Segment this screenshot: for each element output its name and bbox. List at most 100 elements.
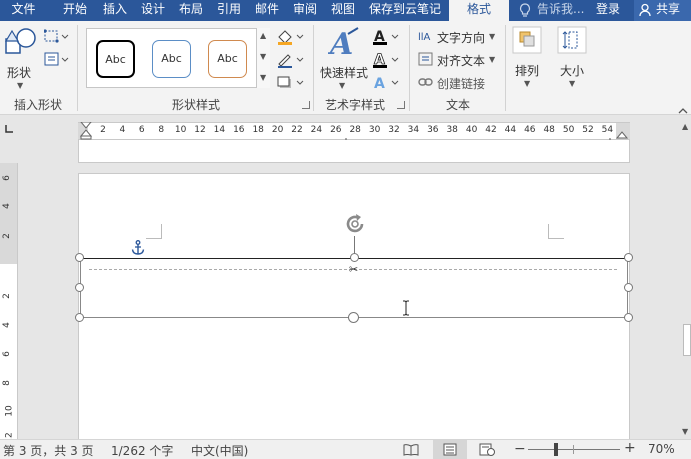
- shape-style-2[interactable]: Abc: [152, 40, 191, 78]
- group-divider: [77, 25, 78, 111]
- ruler-tick-label: 4: [119, 125, 126, 135]
- zoom-in-button[interactable]: +: [624, 440, 636, 456]
- quick-styles-icon[interactable]: A: [327, 26, 360, 63]
- text-direction-label[interactable]: 文字方向: [437, 29, 485, 46]
- dialog-launcher-icon[interactable]: [302, 101, 310, 109]
- tab-save-to-cloud[interactable]: 保存到云笔记: [363, 0, 447, 21]
- resize-handle[interactable]: [75, 313, 84, 322]
- shape-style-3[interactable]: Abc: [208, 40, 247, 78]
- share-button[interactable]: 共享: [634, 0, 691, 21]
- ruler-tick-label: 4: [1, 203, 12, 209]
- link-icon[interactable]: [418, 76, 434, 91]
- tab-format[interactable]: 格式: [449, 0, 509, 23]
- anchor-icon[interactable]: [131, 240, 145, 259]
- text-effects-icon[interactable]: A: [372, 74, 402, 95]
- create-link-label[interactable]: 创建链接: [437, 75, 485, 92]
- edit-shape-icon[interactable]: [43, 29, 70, 48]
- chevron-down-icon[interactable]: ▼: [489, 32, 495, 41]
- chevron-down-icon[interactable]: ▼: [489, 55, 495, 64]
- ruler-tick-label: 30: [368, 125, 381, 135]
- align-text-icon[interactable]: [418, 52, 434, 69]
- tab-layout[interactable]: 布局: [172, 0, 210, 21]
- zoom-slider[interactable]: [528, 449, 620, 450]
- shape-outline-icon[interactable]: [276, 52, 306, 71]
- ruler-tick-label: 32: [388, 125, 400, 135]
- chevron-down-icon[interactable]: ▼: [17, 81, 23, 90]
- zoom-slider-thumb[interactable]: [554, 443, 558, 456]
- tab-references[interactable]: 引用: [210, 0, 248, 21]
- login-link[interactable]: 登录: [596, 0, 620, 21]
- horizontal-ruler[interactable]: 2 4 6 8 10 12 14 16 18 20 22 24 26 28 30 32 34 36 38 40 42 44…: [78, 121, 630, 144]
- text-box-icon[interactable]: [44, 52, 70, 71]
- resize-handle[interactable]: [350, 253, 359, 262]
- rotate-handle-icon[interactable]: [343, 212, 367, 239]
- ribbon-tab-bar: 文件 开始 插入 设计 布局 引用 邮件 审阅 视图 保存到云笔记 格式 告诉我…: [0, 0, 691, 23]
- web-layout-icon[interactable]: [479, 443, 495, 459]
- document-page[interactable]: ✂: [75, 173, 633, 439]
- ruler-tick-label: 4: [1, 322, 12, 328]
- vertical-scrollbar[interactable]: ▲ ▼: [680, 120, 691, 439]
- scrollbar-thumb[interactable]: [683, 324, 691, 356]
- size-label[interactable]: 大小: [560, 62, 584, 79]
- ruler-tick-label: 50: [562, 125, 575, 135]
- word-count[interactable]: 1/262 个字: [111, 442, 173, 459]
- resize-handle[interactable]: [75, 283, 84, 292]
- tab-review[interactable]: 审阅: [286, 0, 324, 21]
- ruler-tick-label: 48: [543, 125, 555, 135]
- tab-design[interactable]: 设计: [134, 0, 172, 21]
- chevron-down-icon[interactable]: ▼: [260, 52, 266, 61]
- tab-mailings[interactable]: 邮件: [248, 0, 286, 21]
- resize-handle[interactable]: [624, 283, 633, 292]
- ruler-tick-label: 40: [465, 125, 478, 135]
- shape-style-1[interactable]: Abc: [96, 40, 135, 78]
- vertical-ruler[interactable]: 6 4 2 2 4 6 8 10 12: [0, 163, 18, 444]
- scroll-up-icon[interactable]: ▲: [682, 122, 688, 131]
- text-direction-icon[interactable]: llA: [418, 29, 434, 46]
- gallery-scrollbar[interactable]: ▲ ▼ ▼: [256, 28, 270, 88]
- chevron-down-icon[interactable]: ▼: [339, 81, 345, 90]
- ruler-tick-label: 36: [427, 125, 439, 135]
- scroll-down-icon[interactable]: ▼: [682, 427, 688, 436]
- resize-handle[interactable]: [348, 312, 359, 323]
- tab-selector[interactable]: [0, 120, 18, 142]
- shape-button-label[interactable]: 形状: [7, 64, 31, 81]
- person-icon: [639, 3, 653, 23]
- tab-file[interactable]: 文件: [0, 0, 47, 21]
- page-count[interactable]: 第 3 页，共 3 页: [3, 442, 94, 459]
- tab-view[interactable]: 视图: [324, 0, 362, 21]
- text-outline-icon[interactable]: A: [372, 51, 402, 72]
- resize-handle[interactable]: [624, 253, 633, 262]
- text-fill-icon[interactable]: A: [372, 28, 402, 49]
- tab-insert[interactable]: 插入: [96, 0, 134, 21]
- shapes-icon[interactable]: [4, 27, 38, 60]
- gallery-more-icon[interactable]: ▼: [260, 73, 266, 82]
- tab-home[interactable]: 开始: [55, 0, 95, 21]
- share-label: 共享: [656, 2, 681, 16]
- tell-me-box[interactable]: 告诉我...: [537, 0, 584, 21]
- chevron-down-icon[interactable]: ▼: [569, 79, 575, 88]
- zoom-out-button[interactable]: −: [514, 441, 526, 457]
- ruler-tick-label: 20: [271, 125, 284, 135]
- print-layout-icon[interactable]: [433, 440, 467, 459]
- quick-styles-label[interactable]: 快速样式: [320, 64, 368, 81]
- tab-stop-icon: [5, 125, 13, 133]
- arrange-icon[interactable]: [512, 26, 542, 57]
- language-indicator[interactable]: 中文(中国): [191, 442, 248, 459]
- read-mode-icon[interactable]: [403, 443, 419, 459]
- arrange-label[interactable]: 排列: [515, 62, 539, 79]
- ruler-tick-label: 34: [407, 125, 420, 135]
- align-text-label[interactable]: 对齐文本: [437, 52, 485, 69]
- shape-effects-icon[interactable]: [276, 75, 306, 94]
- dialog-launcher-icon[interactable]: [397, 101, 405, 109]
- group-label-wordart: 艺术字样式: [324, 98, 385, 112]
- chevron-down-icon[interactable]: ▼: [524, 79, 530, 88]
- resize-handle[interactable]: [75, 253, 84, 262]
- lightbulb-icon[interactable]: [519, 3, 531, 21]
- zoom-level[interactable]: 70%: [648, 442, 675, 456]
- resize-handle[interactable]: [624, 313, 633, 322]
- shape-fill-icon[interactable]: [276, 29, 306, 48]
- ruler-tick-label: 6: [1, 175, 12, 181]
- size-icon[interactable]: [557, 26, 587, 57]
- collapse-ribbon-icon[interactable]: [678, 103, 688, 117]
- chevron-up-icon[interactable]: ▲: [260, 31, 266, 40]
